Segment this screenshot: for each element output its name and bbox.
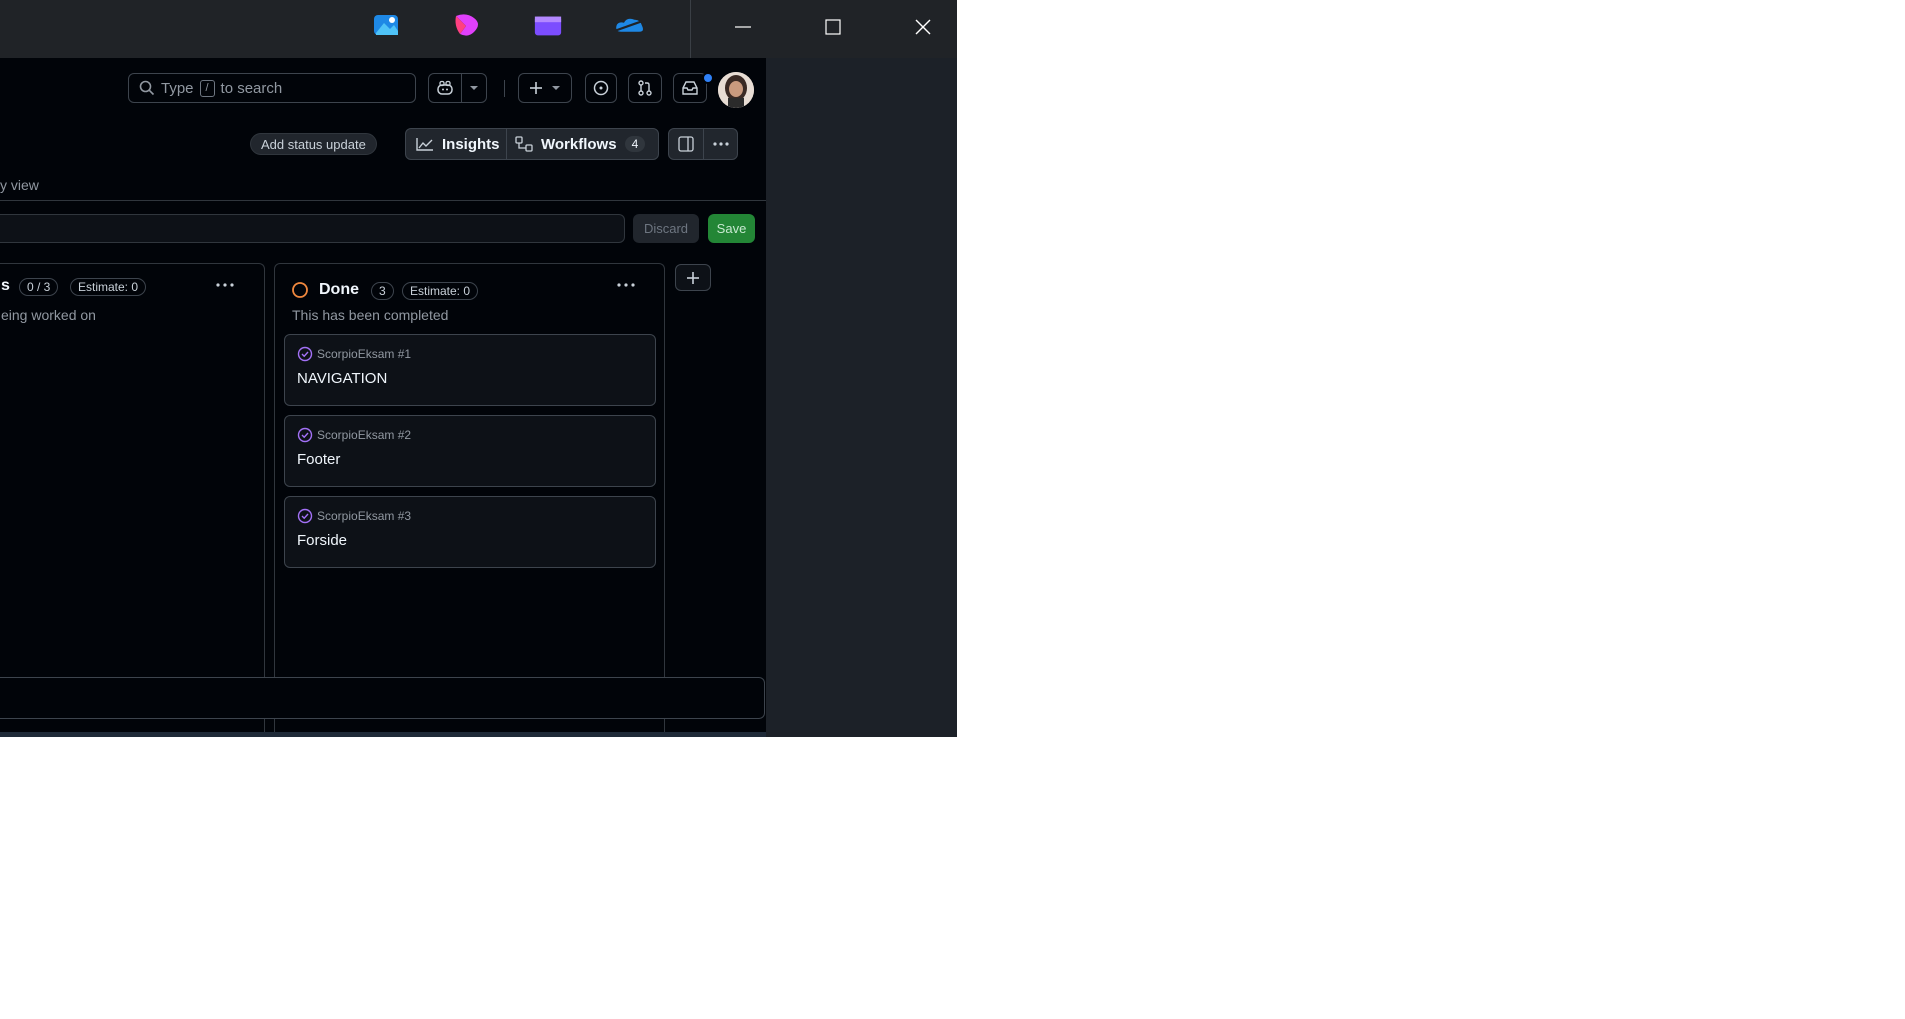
column-name: Done	[319, 281, 359, 298]
graph-icon	[416, 138, 433, 151]
horizontal-scrollbar[interactable]	[0, 732, 766, 737]
title-bar	[0, 0, 957, 58]
plus-icon	[530, 82, 542, 94]
search-input[interactable]: Type / to search	[128, 73, 416, 103]
issue-closed-icon	[297, 508, 313, 524]
titlebar-divider	[690, 0, 691, 58]
global-header: Type / to search	[0, 58, 766, 121]
pull-requests-button[interactable]	[628, 73, 662, 103]
copilot-button[interactable]	[428, 73, 462, 103]
issue-reference: ScorpioEksam #2	[317, 428, 412, 442]
status-circle-icon	[292, 282, 308, 298]
browser-window: Type / to search Add status update Insig…	[0, 0, 957, 737]
issue-card[interactable]: ScorpioEksam #2 Footer	[284, 415, 656, 487]
issue-title[interactable]: Footer	[297, 451, 340, 468]
filter-input[interactable]	[0, 214, 625, 243]
github-project-page: Type / to search Add status update Insig…	[0, 58, 766, 737]
onedrive-icon[interactable]	[615, 10, 645, 40]
avatar[interactable]	[718, 72, 754, 108]
column-description: eing worked on	[1, 307, 96, 323]
inbox-icon	[682, 81, 698, 95]
workflow-icon	[515, 136, 533, 152]
chevron-down-icon	[552, 86, 560, 90]
search-icon	[139, 80, 155, 96]
copilot-icon	[437, 80, 453, 95]
close-icon[interactable]	[904, 10, 942, 44]
issue-closed-icon	[297, 346, 313, 362]
issue-title[interactable]: NAVIGATION	[297, 370, 387, 387]
column-menu-icon[interactable]	[617, 283, 635, 287]
discard-button[interactable]: Discard	[633, 214, 699, 243]
issue-title[interactable]: Forside	[297, 532, 347, 549]
add-column-button[interactable]	[675, 264, 711, 291]
chevron-down-icon	[470, 86, 478, 90]
board-column-done: Done 3 Estimate: 0 This has been complet…	[274, 263, 665, 737]
column-count-badge: 3	[371, 282, 394, 300]
side-panel-button[interactable]	[668, 128, 704, 160]
maximize-icon[interactable]	[814, 10, 852, 44]
column-estimate-badge: Estimate: 0	[70, 278, 147, 296]
header-divider	[504, 80, 505, 97]
plus-icon	[687, 271, 699, 284]
create-new-button[interactable]	[518, 73, 572, 103]
column-name: s	[1, 277, 10, 294]
pull-request-icon	[638, 80, 652, 96]
column-estimate-badge: Estimate: 0	[402, 282, 479, 300]
copilot-app-icon[interactable]	[452, 10, 482, 40]
issue-opened-icon	[593, 80, 609, 96]
sidebar-expand-icon	[678, 136, 694, 152]
board-column-in-progress: s 0 / 3 Estimate: 0 eing worked on	[0, 263, 265, 737]
search-suffix: to search	[220, 79, 283, 97]
issue-card[interactable]: ScorpioEksam #3 Forside	[284, 496, 656, 568]
kebab-horizontal-icon	[712, 142, 729, 146]
issue-reference: ScorpioEksam #1	[317, 347, 412, 361]
issue-card[interactable]: ScorpioEksam #1 NAVIGATION	[284, 334, 656, 406]
search-prefix: Type	[161, 79, 194, 97]
add-status-update-button[interactable]: Add status update	[250, 133, 377, 155]
copilot-menu-button[interactable]	[461, 73, 487, 103]
minimize-icon[interactable]	[724, 10, 762, 44]
project-menu-button[interactable]	[703, 128, 738, 160]
issues-button[interactable]	[585, 73, 617, 103]
search-shortcut-key: /	[199, 79, 215, 97]
insights-button[interactable]: Insights	[405, 128, 507, 160]
view-tabs-divider	[0, 200, 766, 201]
notification-dot	[702, 72, 714, 84]
view-tab-label[interactable]: y view	[0, 177, 39, 193]
save-button[interactable]: Save	[708, 214, 755, 243]
insights-label: Insights	[442, 135, 500, 153]
issue-closed-icon	[297, 427, 313, 443]
issue-reference: ScorpioEksam #3	[317, 509, 412, 523]
workflows-count: 4	[624, 136, 646, 152]
workflows-button[interactable]: Workflows 4	[506, 128, 659, 160]
photos-icon[interactable]	[371, 10, 401, 40]
clipchamp-icon[interactable]	[533, 10, 563, 40]
add-item-bar[interactable]	[0, 677, 765, 719]
column-count-badge: 0 / 3	[19, 278, 59, 296]
workflows-label: Workflows	[541, 135, 617, 153]
column-menu-icon[interactable]	[216, 283, 234, 287]
column-description: This has been completed	[292, 307, 449, 323]
